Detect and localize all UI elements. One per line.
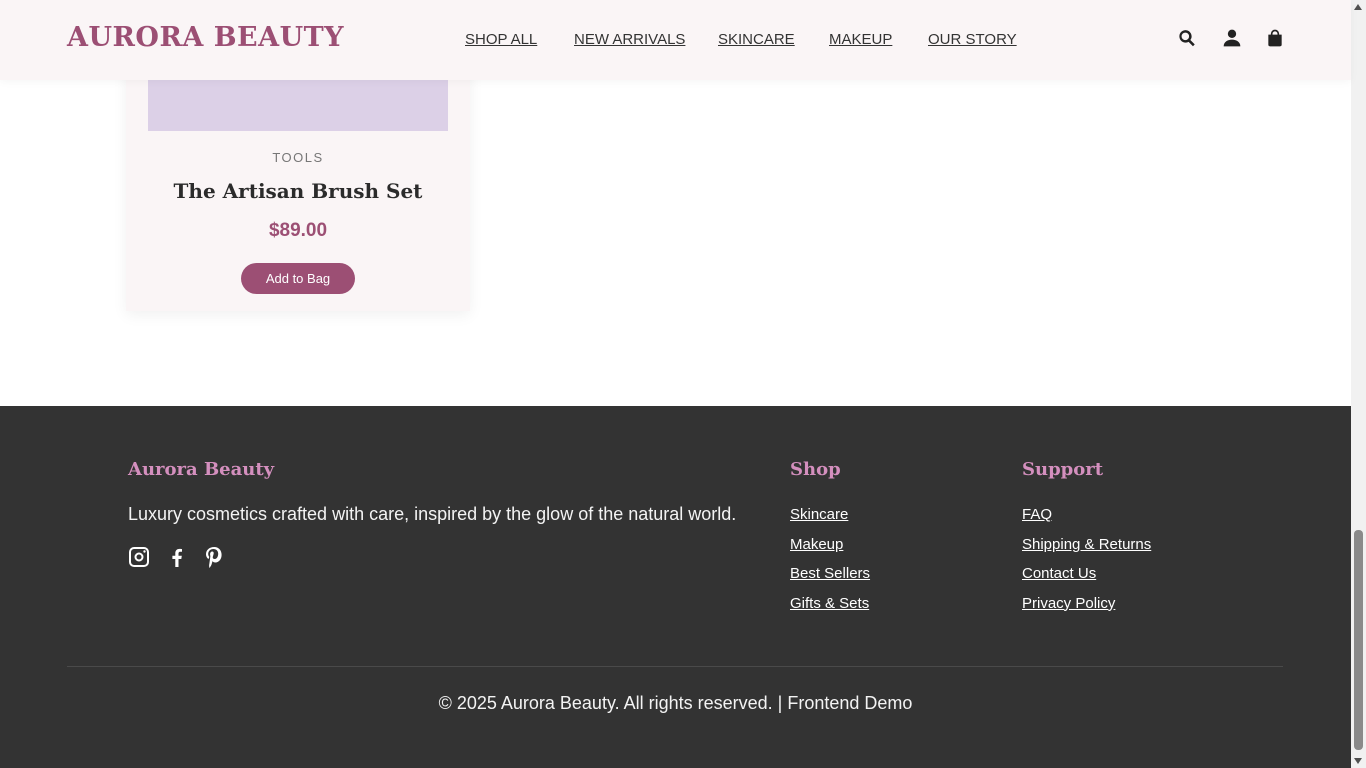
footer-divider — [67, 666, 1283, 667]
footer-link-best-sellers[interactable]: Best Sellers — [790, 565, 870, 582]
add-to-bag-button[interactable]: Add to Bag — [241, 263, 355, 294]
user-icon[interactable] — [1221, 27, 1243, 49]
shopping-bag-icon[interactable] — [1264, 27, 1286, 49]
footer-brand: Aurora Beauty — [128, 459, 275, 480]
product-title[interactable]: The Artisan Brush Set — [126, 179, 470, 203]
product-card[interactable]: TOOLS The Artisan Brush Set $89.00 Add t… — [126, 40, 470, 311]
nav-skincare[interactable]: SKINCARE — [718, 31, 795, 48]
scrollbar-thumb[interactable] — [1354, 530, 1363, 750]
main-nav: SHOP ALL NEW ARRIVALS SKINCARE MAKEUP OU… — [0, 31, 1351, 51]
footer-link-contact-us[interactable]: Contact Us — [1022, 565, 1096, 582]
instagram-icon[interactable] — [127, 544, 151, 570]
list-item: Gifts & Sets — [790, 595, 870, 625]
scroll-down-arrow-icon[interactable] — [1354, 758, 1362, 764]
footer-link-shipping-returns[interactable]: Shipping & Returns — [1022, 536, 1151, 553]
list-item: Privacy Policy — [1022, 595, 1151, 625]
vertical-scrollbar[interactable] — [1351, 0, 1366, 768]
list-item: Best Sellers — [790, 565, 870, 595]
footer-support-links: FAQ Shipping & Returns Contact Us Privac… — [1022, 506, 1151, 624]
footer-shop-links: Skincare Makeup Best Sellers Gifts & Set… — [790, 506, 870, 624]
footer-shop-title: Shop — [790, 459, 841, 480]
facebook-icon[interactable] — [165, 544, 189, 570]
list-item: Makeup — [790, 536, 870, 566]
list-item: Skincare — [790, 506, 870, 536]
footer-link-skincare[interactable]: Skincare — [790, 506, 848, 523]
copyright-text: © 2025 Aurora Beauty. All rights reserve… — [438, 693, 913, 713]
nav-shop-all[interactable]: SHOP ALL — [465, 31, 537, 48]
pinterest-icon[interactable] — [202, 544, 226, 570]
site-header: AURORA BEAUTY SHOP ALL NEW ARRIVALS SKIN… — [0, 0, 1351, 80]
product-category: TOOLS — [272, 150, 324, 165]
nav-new-arrivals[interactable]: NEW ARRIVALS — [574, 31, 685, 48]
footer-link-privacy-policy[interactable]: Privacy Policy — [1022, 595, 1115, 612]
footer-link-faq[interactable]: FAQ — [1022, 506, 1052, 523]
list-item: FAQ — [1022, 506, 1151, 536]
footer-support-title: Support — [1022, 459, 1104, 480]
site-footer: Aurora Beauty Luxury cosmetics crafted w… — [0, 406, 1351, 768]
list-item: Shipping & Returns — [1022, 536, 1151, 566]
scroll-up-arrow-icon[interactable] — [1354, 4, 1362, 10]
footer-link-gifts-sets[interactable]: Gifts & Sets — [790, 595, 869, 612]
nav-our-story[interactable]: OUR STORY — [928, 31, 1017, 48]
footer-description: Luxury cosmetics crafted with care, insp… — [128, 504, 737, 524]
nav-makeup[interactable]: MAKEUP — [829, 31, 892, 48]
footer-link-makeup[interactable]: Makeup — [790, 536, 843, 553]
search-icon[interactable] — [1176, 27, 1198, 49]
product-price: $89.00 — [268, 220, 328, 241]
list-item: Contact Us — [1022, 565, 1151, 595]
